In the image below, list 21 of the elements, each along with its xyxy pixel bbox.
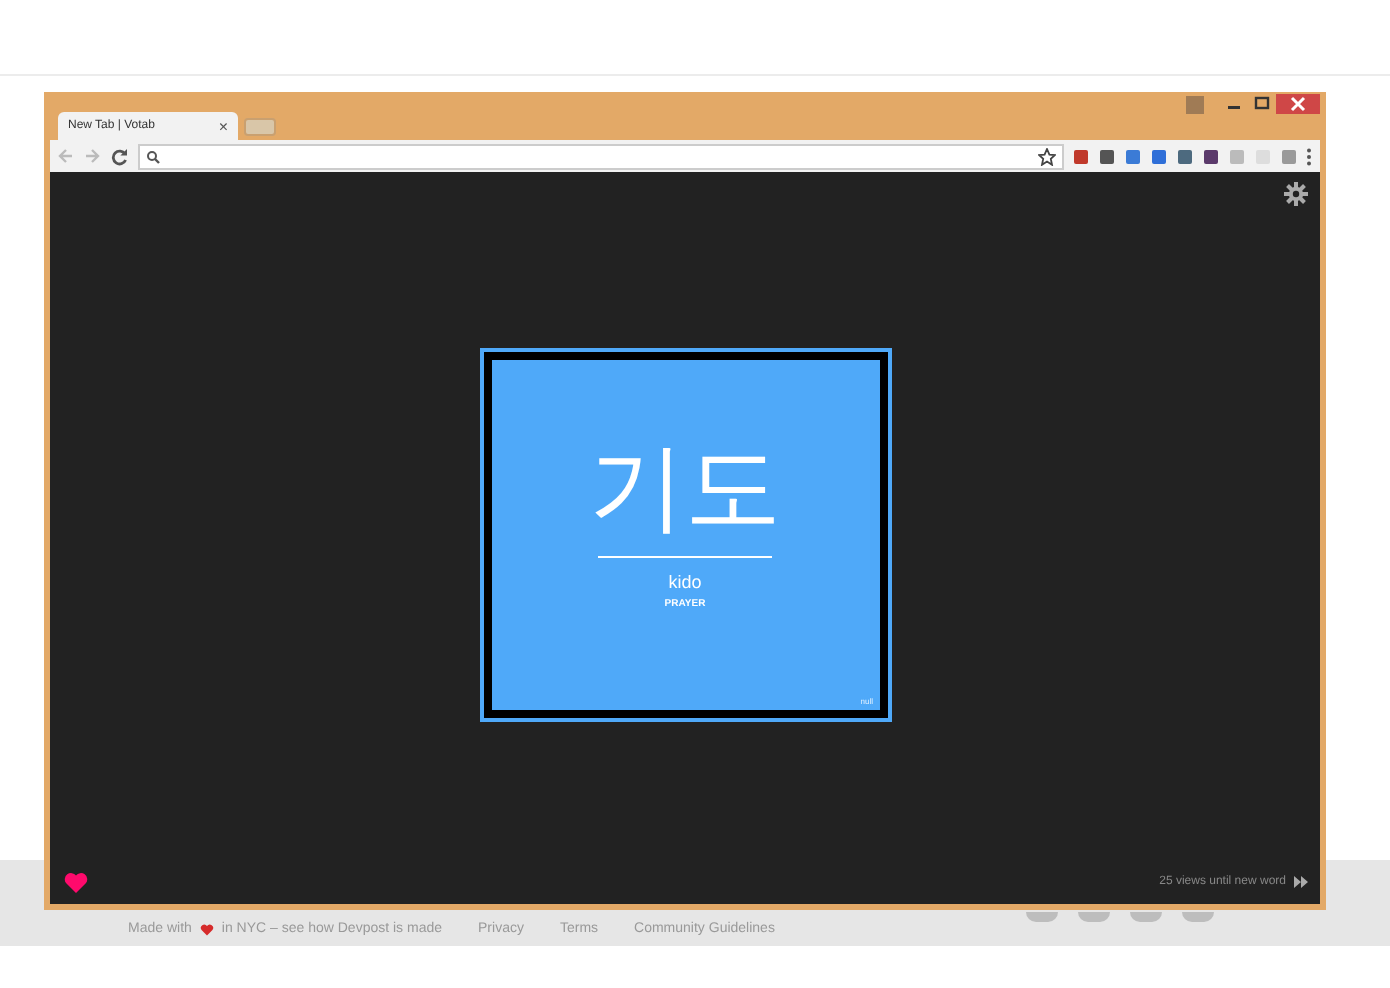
close-button[interactable]	[1276, 94, 1320, 114]
extension-icon[interactable]	[1126, 149, 1140, 163]
menu-icon[interactable]	[1306, 147, 1312, 165]
extension-icon[interactable]	[1178, 149, 1192, 163]
maximize-icon	[1254, 96, 1270, 112]
extension-icon[interactable]	[1204, 149, 1218, 163]
extension-icon[interactable]	[1100, 149, 1114, 163]
close-icon	[1290, 96, 1306, 112]
heart-icon	[199, 923, 214, 935]
romanization: kido	[668, 572, 702, 592]
heart-icon[interactable]	[64, 871, 88, 893]
star-icon[interactable]	[1038, 147, 1056, 165]
extension-icon[interactable]	[1152, 149, 1166, 163]
extension-icon[interactable]	[1074, 149, 1088, 163]
address-field[interactable]	[138, 143, 1064, 169]
close-icon[interactable]: ×	[218, 117, 228, 135]
reload-icon[interactable]	[110, 147, 128, 165]
search-icon	[146, 149, 160, 163]
korean-word: 기도	[589, 440, 781, 536]
skip-icon[interactable]	[1294, 876, 1308, 888]
settings-icon[interactable]	[1284, 182, 1308, 206]
